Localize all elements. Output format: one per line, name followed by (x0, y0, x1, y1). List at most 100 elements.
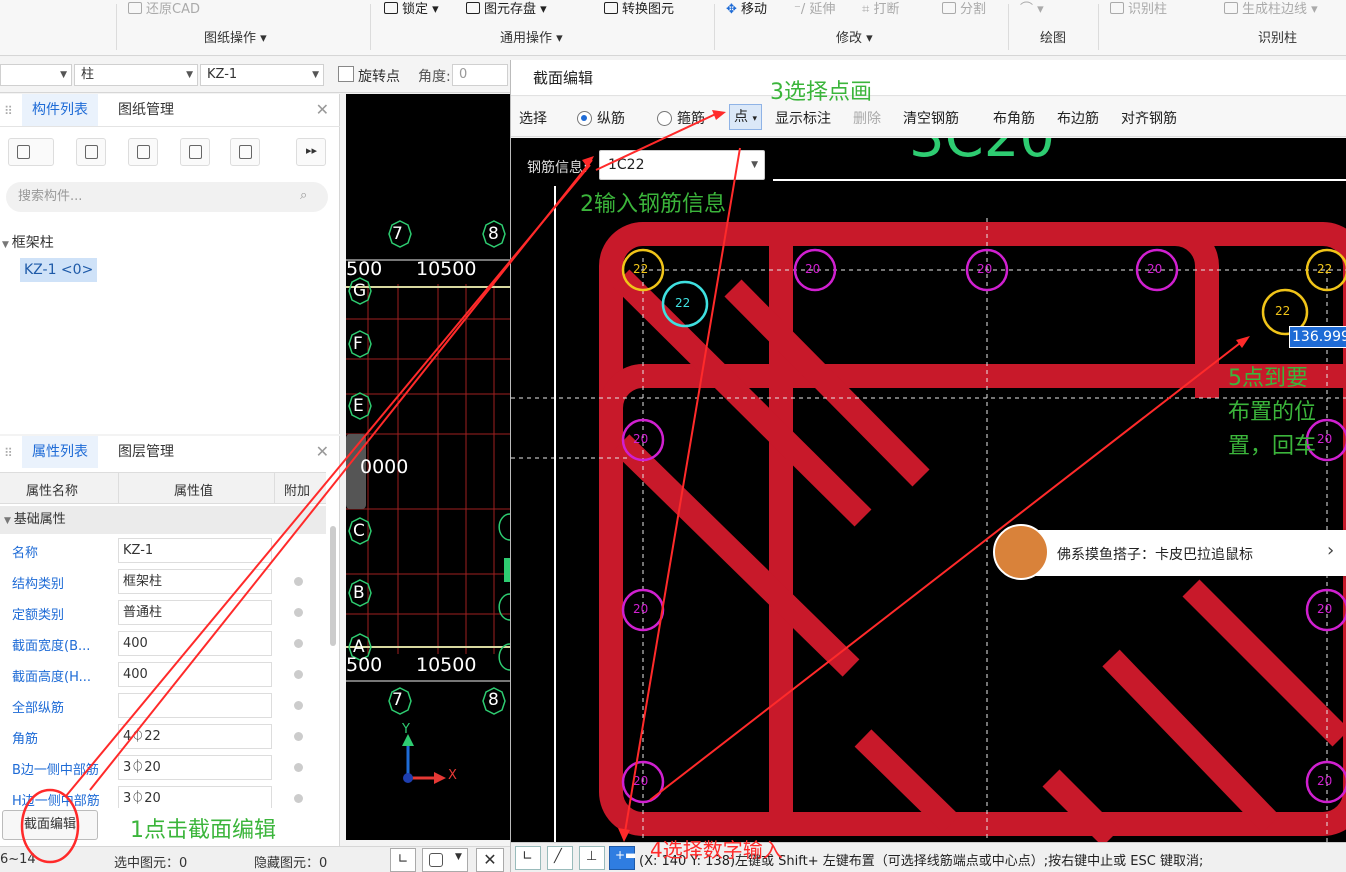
chevron-right-icon[interactable]: › (1327, 540, 1334, 561)
select-button[interactable]: 选择 (519, 108, 547, 128)
lock-button[interactable]: 锁定 ▾ (384, 1, 439, 19)
tab-layer-management[interactable]: 图层管理 (108, 436, 184, 468)
section-canvas[interactable]: 3C20 22 22 20 20 20 22 22 (511, 138, 1346, 842)
type-combo[interactable]: 柱 ▼ (74, 64, 198, 86)
drawing-canvas[interactable]: 7 8 7 8 G F E C B A 500 10500 500 10500 … (346, 94, 510, 840)
group-recognize-column[interactable]: 识别柱 (1258, 30, 1297, 48)
save-element-button[interactable]: 图元存盘 ▾ (466, 1, 547, 19)
tab-drawing-management[interactable]: 图纸管理 (108, 94, 184, 126)
close-icon[interactable]: ✕ (316, 100, 329, 119)
table-row: 定额类别 普通柱 (0, 597, 330, 628)
property-value-field[interactable]: 400 (118, 631, 272, 656)
col-property-name: 属性名称 (26, 484, 79, 499)
ortho-button[interactable]: ∟ (390, 848, 416, 872)
restore-cad-button[interactable]: 还原CAD (128, 1, 200, 19)
clear-rebar-button[interactable]: 清空钢筋 (903, 108, 959, 128)
property-value-field[interactable]: 普通柱 (118, 600, 272, 625)
group-draw[interactable]: 绘图 (1040, 30, 1066, 48)
snap-mode-button[interactable]: ▼ (422, 848, 468, 872)
section-basic-properties[interactable]: ▼ 基础属性 (0, 506, 326, 534)
duplicate-component-button[interactable] (180, 138, 210, 166)
tab-component-list[interactable]: 构件列表 (22, 94, 98, 126)
break-button[interactable]: ⌗ 打断 (862, 1, 899, 19)
dialog-title: 截面编辑 (511, 60, 1346, 96)
lock-icon (384, 2, 398, 14)
recognize-icon (1110, 2, 1124, 14)
recognize-column-button[interactable]: 识别柱 (1110, 1, 1167, 19)
axis-label: E (353, 396, 364, 416)
group-modify[interactable]: 修改 ▾ (836, 30, 873, 48)
generate-column-edge-button[interactable]: 生成柱边线 ▾ (1224, 1, 1318, 19)
split-icon (942, 2, 956, 14)
layer-combo[interactable]: ▼ (0, 64, 72, 86)
rebar-info-input[interactable]: 1C22 ▼ (599, 150, 765, 180)
attach-checkbox[interactable] (294, 577, 303, 586)
tab-property-list[interactable]: 属性列表 (22, 436, 98, 468)
attach-checkbox[interactable] (294, 794, 303, 803)
property-value-field[interactable]: 4⏀22 (118, 724, 272, 749)
search-input[interactable]: 搜索构件... (6, 182, 328, 212)
annotation-step5-line1: 5点到要 (1228, 366, 1308, 391)
rotate-point-checkbox[interactable] (338, 66, 354, 82)
property-value-field[interactable]: 400 (118, 662, 272, 687)
component-combo[interactable]: KZ-1 ▼ (200, 64, 324, 86)
attach-checkbox[interactable] (294, 639, 303, 648)
edge-rebar-button[interactable]: 布边筋 (1057, 108, 1099, 128)
delete-component-button[interactable] (128, 138, 158, 166)
table-row: H边一侧中部筋 3⏀20 (0, 783, 330, 808)
divider (0, 126, 340, 127)
convert-element-button[interactable]: 转换图元 (604, 1, 674, 19)
rebar-label: 20 (1317, 432, 1333, 446)
property-value-field[interactable]: 框架柱 (118, 569, 272, 594)
save-element-icon (466, 2, 480, 14)
longitudinal-radio[interactable]: 纵筋 (577, 108, 625, 128)
attach-checkbox[interactable] (294, 670, 303, 679)
stirrup-radio[interactable]: 箍筋 (657, 108, 705, 128)
extend-button[interactable]: ⁻/ 延伸 (794, 1, 835, 19)
scrollbar[interactable] (330, 526, 336, 646)
align-rebar-button[interactable]: 对齐钢筋 (1121, 108, 1177, 128)
section-edit-button[interactable]: 截面编辑 (2, 810, 98, 840)
annotation-step3: 3选择点画 (770, 80, 872, 105)
attach-checkbox[interactable] (294, 608, 303, 617)
delete-button[interactable]: 删除 (853, 108, 881, 128)
import-component-button[interactable] (230, 138, 260, 166)
table-row: 全部纵筋 (0, 690, 330, 721)
more-button[interactable]: ▸▸ (296, 138, 326, 166)
chevron-down-icon: ▼ (60, 70, 67, 80)
cancel-snap-button[interactable]: ✕ (476, 848, 504, 872)
tree-item-kz1[interactable]: KZ-1 <0> (20, 258, 98, 282)
drag-handle-icon[interactable]: ⠿ (4, 446, 13, 460)
perpendicular-button[interactable]: ⊥ (579, 846, 605, 870)
property-value-field[interactable]: 3⏀20 (118, 755, 272, 780)
notification-popup[interactable]: 佛系摸鱼搭子：卡皮巴拉追鼠标 › (993, 524, 1346, 580)
show-label-button[interactable]: 显示标注 (775, 108, 831, 128)
property-value-field[interactable] (118, 693, 272, 718)
group-common-ops[interactable]: 通用操作 ▾ (500, 30, 563, 48)
line-draw-button[interactable]: ╱ (547, 846, 573, 870)
corner-rebar-button[interactable]: 布角筋 (993, 108, 1035, 128)
ortho-draw-button[interactable]: ∟ (515, 846, 541, 870)
drag-handle-icon[interactable]: ⠿ (4, 104, 13, 118)
attach-checkbox[interactable] (294, 763, 303, 772)
attach-checkbox[interactable] (294, 701, 303, 710)
group-drawing-ops[interactable]: 图纸操作 ▾ (204, 30, 267, 48)
draw-arc-button[interactable]: ⌒ ▾ (1020, 1, 1044, 19)
property-value-field[interactable]: 3⏀20 (118, 786, 272, 808)
point-draw-button[interactable]: 点 ▾ (729, 104, 762, 130)
property-value-field[interactable]: KZ-1 (118, 538, 272, 563)
new-component-button[interactable] (8, 138, 54, 166)
coordinate-input[interactable]: 136.999 (1289, 326, 1346, 348)
copy-component-button[interactable] (76, 138, 106, 166)
ribbon-separator (1008, 4, 1009, 50)
split-button[interactable]: 分割 (942, 1, 986, 19)
angle-input[interactable]: 0 (452, 64, 508, 86)
numeric-input-button[interactable]: +▬ (609, 846, 636, 870)
attach-checkbox[interactable] (294, 732, 303, 741)
tree-group-frame-column[interactable]: ▼ 框架柱 (2, 232, 54, 252)
close-icon[interactable]: ✕ (316, 442, 329, 461)
rebar-label: 22 (1317, 262, 1333, 276)
line-icon: ╱ (554, 849, 562, 864)
move-button[interactable]: ✥ 移动 (726, 1, 767, 19)
table-row: 角筋 4⏀22 (0, 721, 330, 752)
